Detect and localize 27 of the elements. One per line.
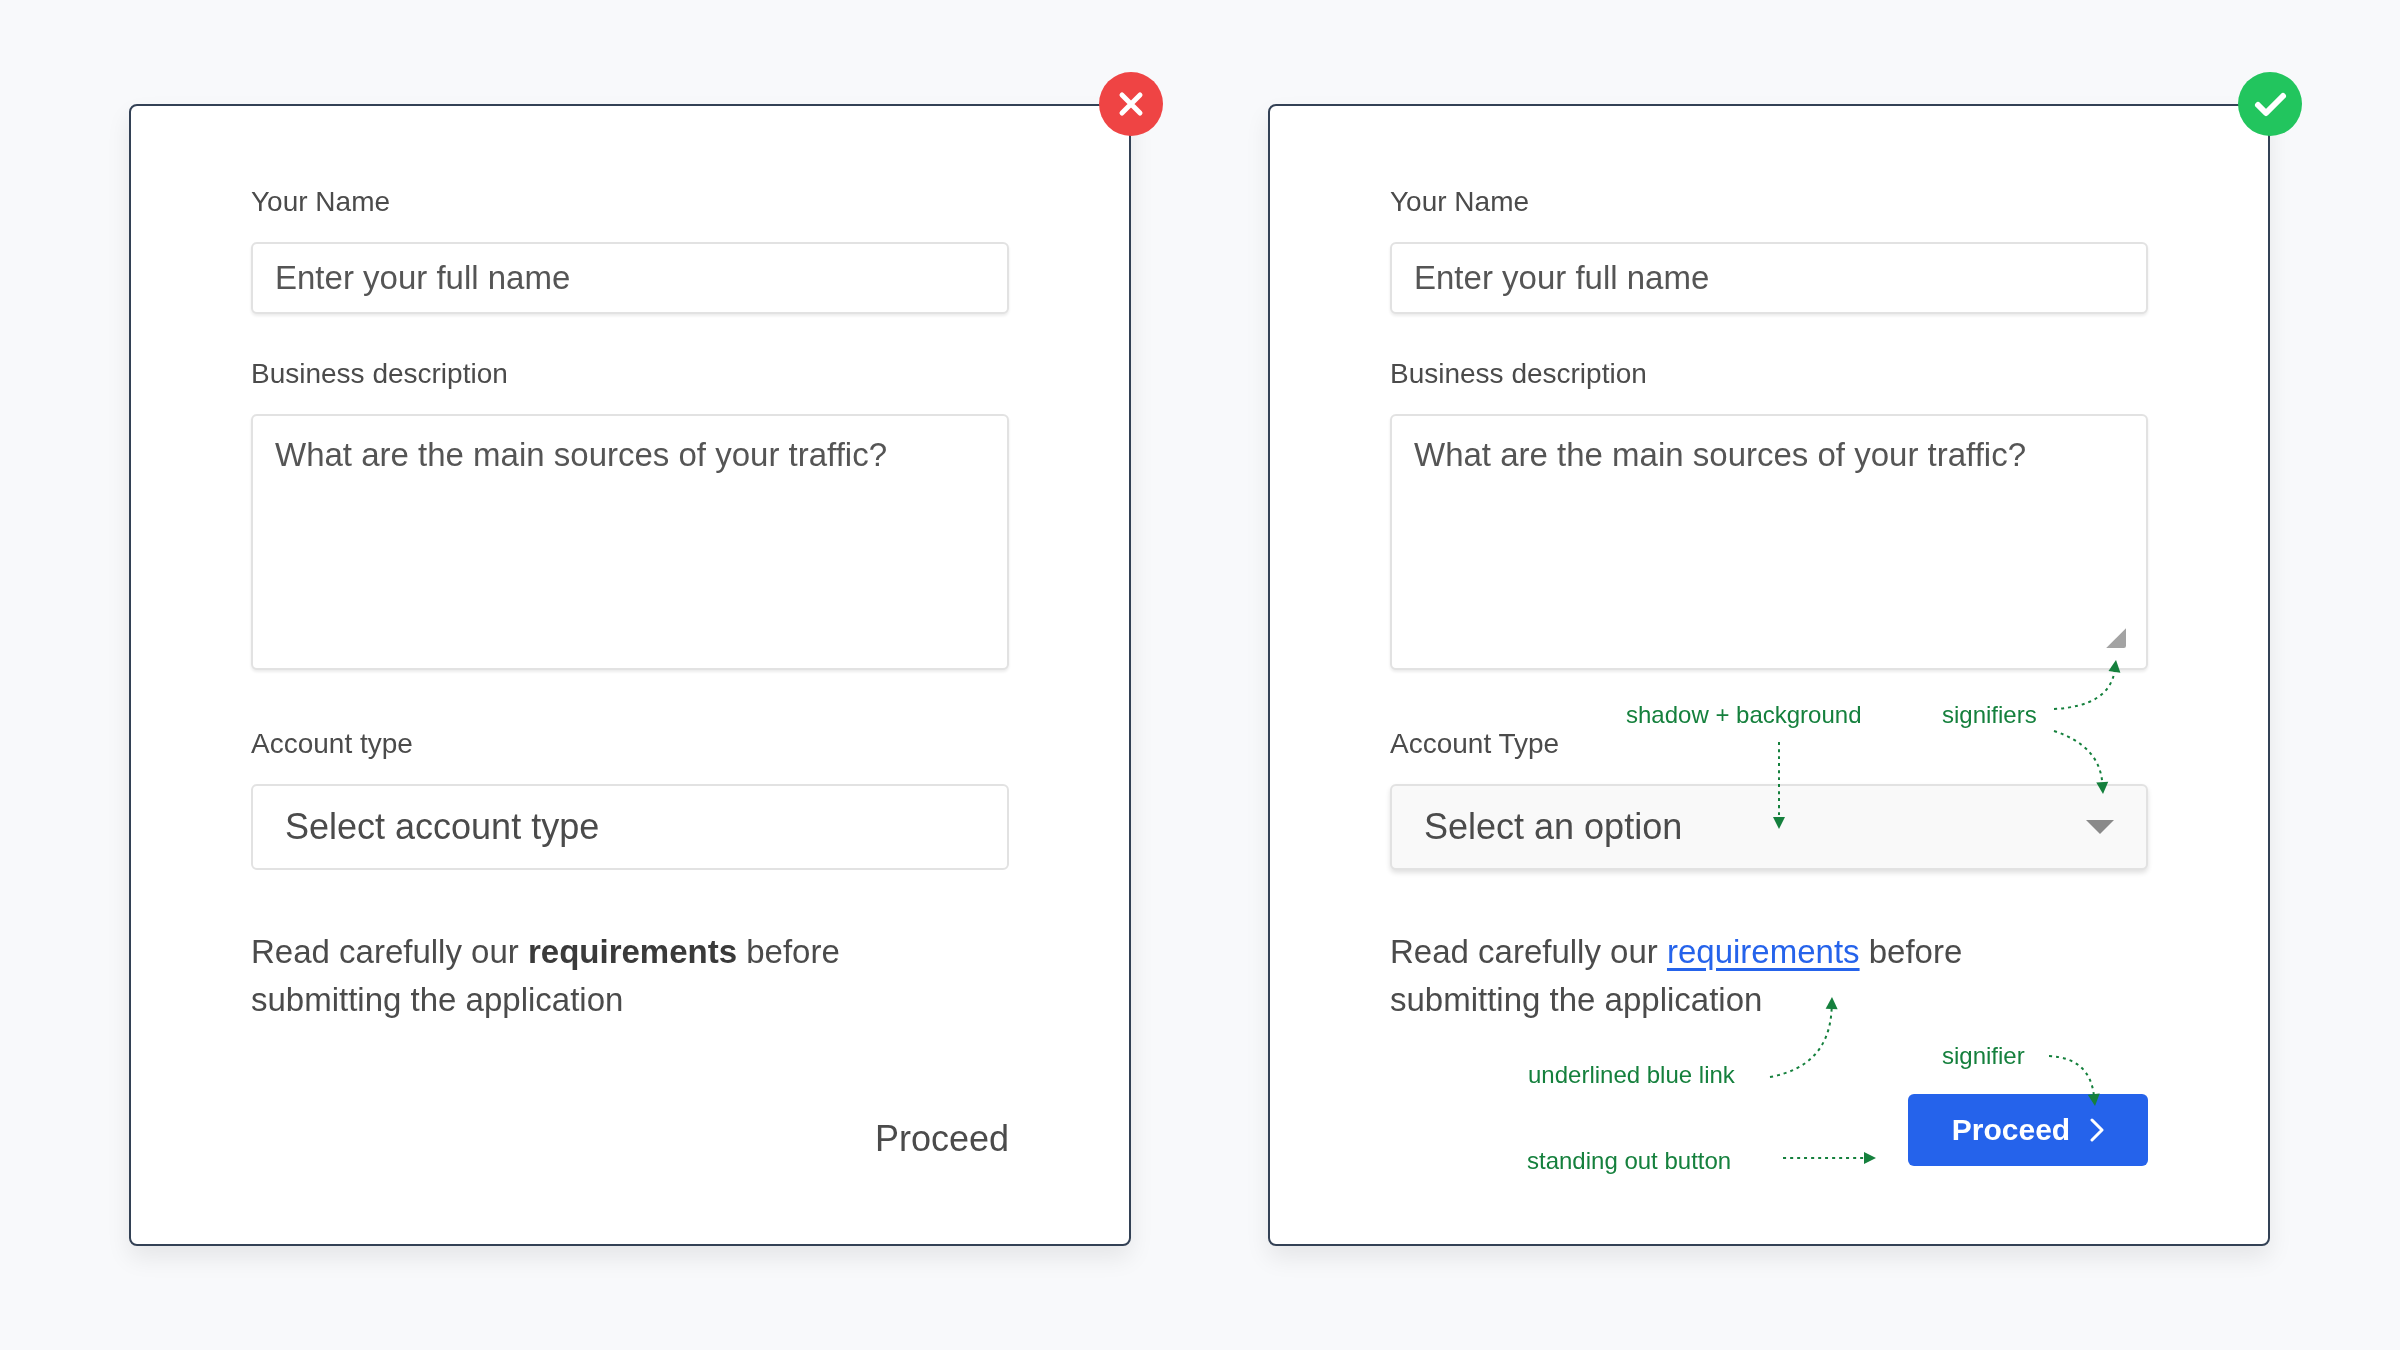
description-textarea[interactable]: What are the main sources of your traffic? bbox=[251, 414, 1009, 670]
dotted-arrow bbox=[2053, 660, 2121, 710]
dotted-arrow bbox=[2053, 730, 2109, 794]
requirements-note: Read carefully our requirements before submitting the application bbox=[251, 932, 841, 1020]
account-type-select[interactable]: Select an option bbox=[1390, 784, 2148, 870]
resize-handle-icon[interactable] bbox=[2104, 626, 2126, 648]
requirements-note: Read carefully our requirements before submitting the application bbox=[1390, 932, 1964, 1020]
requirements-link[interactable]: requirements bbox=[1667, 933, 1860, 970]
account-type-select[interactable]: Select account type bbox=[251, 784, 1009, 870]
field-label: Your Name bbox=[251, 186, 391, 218]
description-textarea[interactable]: What are the main sources of your traffic? bbox=[1390, 414, 2148, 670]
field-label: Business description bbox=[1390, 358, 1647, 390]
annotation-label: underlined blue link bbox=[1528, 1061, 1735, 1089]
proceed-button[interactable]: Proceed bbox=[1908, 1094, 2148, 1166]
name-input[interactable]: Enter your full name bbox=[1390, 242, 2148, 314]
proceed-button[interactable]: Proceed bbox=[874, 1118, 1009, 1160]
chevron-right-icon bbox=[2090, 1118, 2105, 1142]
annotation-label: shadow + background bbox=[1626, 701, 1862, 729]
field-label: Account type bbox=[251, 728, 413, 760]
field-label: Your Name bbox=[1390, 186, 1530, 218]
annotation-label: standing out button bbox=[1527, 1147, 1732, 1175]
annotation-label: signifiers bbox=[1942, 701, 2037, 729]
field-label: Business description bbox=[251, 358, 508, 390]
name-input[interactable]: Enter your full name bbox=[251, 242, 1009, 314]
field-label: Account Type bbox=[1390, 728, 1560, 760]
annotation-label: signifier bbox=[1942, 1042, 2025, 1070]
dotted-arrow bbox=[2048, 1055, 2100, 1106]
